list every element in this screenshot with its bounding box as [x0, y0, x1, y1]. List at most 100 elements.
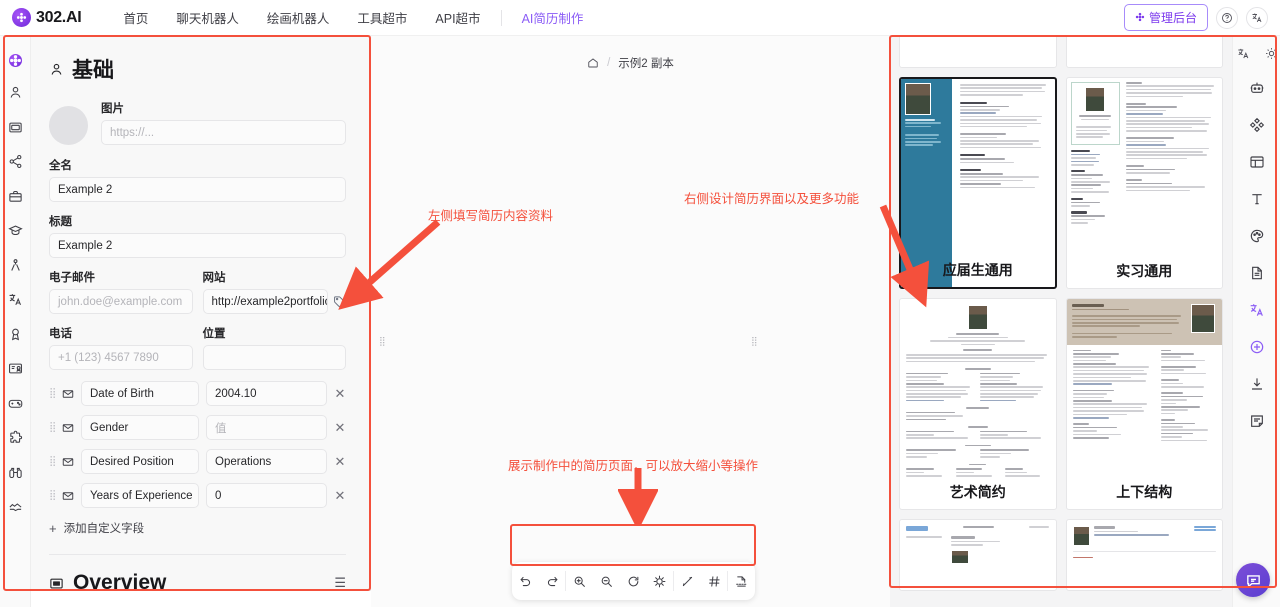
flower-logo-icon[interactable]	[8, 54, 22, 67]
hamburger-icon[interactable]: ☰	[334, 575, 346, 591]
nav-divider	[500, 9, 502, 26]
graduation-cap-icon[interactable]	[6, 222, 24, 240]
arrow-to-templates	[879, 204, 930, 308]
certificate-icon[interactable]	[6, 360, 24, 378]
card-icon[interactable]	[6, 118, 24, 136]
envelope-icon[interactable]	[62, 388, 74, 400]
handshake-icon[interactable]	[6, 498, 24, 516]
template-card[interactable]: 上下结构	[1065, 298, 1223, 510]
page-break-icon[interactable]	[728, 562, 755, 600]
custom-field-key-input[interactable]: Gender	[81, 415, 199, 440]
plus-circle-icon[interactable]	[1247, 337, 1267, 357]
custom-field-value-input[interactable]: 2004.10	[206, 381, 327, 406]
redo-icon[interactable]	[539, 562, 566, 600]
custom-field-row: ⣿ Date of Birth 2004.10 ✕	[49, 381, 346, 406]
text-icon[interactable]	[1247, 189, 1267, 209]
download-icon[interactable]	[1247, 374, 1267, 394]
template-card[interactable]	[899, 519, 1057, 591]
reset-rotate-icon[interactable]	[620, 562, 647, 600]
location-input[interactable]	[202, 345, 346, 370]
custom-field-key-input[interactable]: Desired Position	[81, 449, 199, 474]
template-card[interactable]	[1065, 519, 1223, 591]
envelope-icon[interactable]	[62, 490, 74, 502]
zoom-out-icon[interactable]	[593, 562, 620, 600]
chat-bubble-icon[interactable]	[1236, 563, 1270, 597]
custom-field-key-input[interactable]: Years of Experience	[81, 483, 199, 508]
nav-item-home[interactable]: 首页	[109, 8, 162, 27]
nav-item-drawbot[interactable]: 绘画机器人	[253, 8, 344, 27]
binoculars-icon[interactable]	[6, 463, 24, 481]
compass-icon[interactable]	[6, 256, 24, 274]
location-label: 位置	[202, 328, 226, 340]
center-target-icon[interactable]	[646, 562, 673, 600]
grid-hash-icon[interactable]	[701, 562, 728, 600]
arrow-to-form	[338, 219, 441, 310]
undo-icon[interactable]	[512, 562, 539, 600]
full-name-field: 全名 Example 2	[49, 157, 346, 202]
remove-field-button[interactable]: ✕	[334, 420, 346, 436]
drag-handle-icon[interactable]: ⣿	[49, 422, 56, 432]
nav-item-api[interactable]: API超市	[421, 8, 494, 27]
puzzle-icon[interactable]	[6, 429, 24, 447]
template-name: 实习通用	[1116, 263, 1173, 279]
diamond-grid-icon[interactable]	[1247, 115, 1267, 135]
drag-handle-icon[interactable]: ⣿	[49, 388, 56, 398]
breadcrumb-current[interactable]: 示例2 副本	[618, 55, 674, 71]
template-card[interactable]: 商务时尚	[1065, 36, 1223, 68]
user-icon[interactable]	[6, 84, 24, 102]
home-icon[interactable]	[587, 57, 599, 69]
drag-handle-icon[interactable]: ⣿	[49, 490, 56, 500]
add-custom-field-button[interactable]: + 添加自定义字段	[49, 520, 346, 536]
envelope-icon[interactable]	[62, 422, 74, 434]
left-icon-rail	[0, 36, 31, 607]
translate-icon[interactable]	[1246, 6, 1268, 29]
palette-icon[interactable]	[1247, 226, 1267, 246]
nav-item-tools[interactable]: 工具超市	[343, 8, 421, 27]
custom-field-value-input[interactable]: Operations	[206, 449, 327, 474]
remove-field-button[interactable]: ✕	[334, 386, 346, 402]
robot-icon[interactable]	[1247, 78, 1267, 98]
custom-field-value-input[interactable]: 值	[206, 415, 327, 440]
nav-item-ai-resume[interactable]: AI简历制作	[508, 8, 598, 27]
sun-icon[interactable]	[1262, 44, 1280, 62]
envelope-icon[interactable]	[62, 456, 74, 468]
share-icon[interactable]	[6, 153, 24, 171]
email-input[interactable]: john.doe@example.com	[49, 289, 193, 314]
template-card[interactable]: 左右结构	[899, 36, 1057, 68]
full-name-input[interactable]: Example 2	[49, 177, 346, 202]
briefcase-icon[interactable]	[6, 187, 24, 205]
translate-icon[interactable]	[1234, 44, 1252, 62]
brand[interactable]: 302.AI	[12, 8, 82, 27]
remove-field-button[interactable]: ✕	[334, 454, 346, 470]
title-input[interactable]: Example 2	[49, 233, 346, 258]
gamepad-icon[interactable]	[6, 394, 24, 412]
phone-input[interactable]: +1 (123) 4567 7890	[49, 345, 193, 370]
admin-console-button[interactable]: 管理后台	[1123, 4, 1208, 31]
layout-icon[interactable]	[1247, 152, 1267, 172]
document-icon[interactable]	[1247, 263, 1267, 283]
notes-icon[interactable]	[1247, 411, 1267, 431]
resize-handle-left[interactable]: ⣿	[379, 337, 386, 346]
main-nav: 首页 聊天机器人 绘画机器人 工具超市 API超市 AI简历制作	[109, 8, 597, 27]
photo-url-input[interactable]: https://...	[101, 120, 346, 145]
nav-item-chatbot[interactable]: 聊天机器人	[162, 8, 253, 27]
medal-icon[interactable]	[6, 325, 24, 343]
translate-icon[interactable]	[1247, 300, 1267, 320]
template-card[interactable]: 实习通用	[1065, 77, 1223, 289]
zoom-in-icon[interactable]	[566, 562, 593, 600]
resize-handle-right[interactable]: ⣿	[751, 337, 758, 346]
translate-icon[interactable]	[6, 291, 24, 309]
annotation-left-form: 左侧填写简历内容资料	[428, 209, 554, 223]
top-header: 302.AI 首页 聊天机器人 绘画机器人 工具超市 API超市 AI简历制作 …	[0, 0, 1280, 36]
question-circle-icon[interactable]	[1216, 6, 1238, 29]
website-input[interactable]: http://example2portfolio.c	[202, 289, 328, 314]
avatar[interactable]	[49, 106, 88, 145]
canvas-toolbar	[512, 562, 755, 600]
custom-field-row: ⣿ Years of Experience 0 ✕	[49, 483, 346, 508]
remove-field-button[interactable]: ✕	[334, 488, 346, 504]
drag-handle-icon[interactable]: ⣿	[49, 456, 56, 466]
custom-field-key-input[interactable]: Date of Birth	[81, 381, 199, 406]
custom-field-value-input[interactable]: 0	[206, 483, 327, 508]
pen-line-icon[interactable]	[674, 562, 701, 600]
template-card[interactable]: 艺术简约	[899, 298, 1057, 510]
